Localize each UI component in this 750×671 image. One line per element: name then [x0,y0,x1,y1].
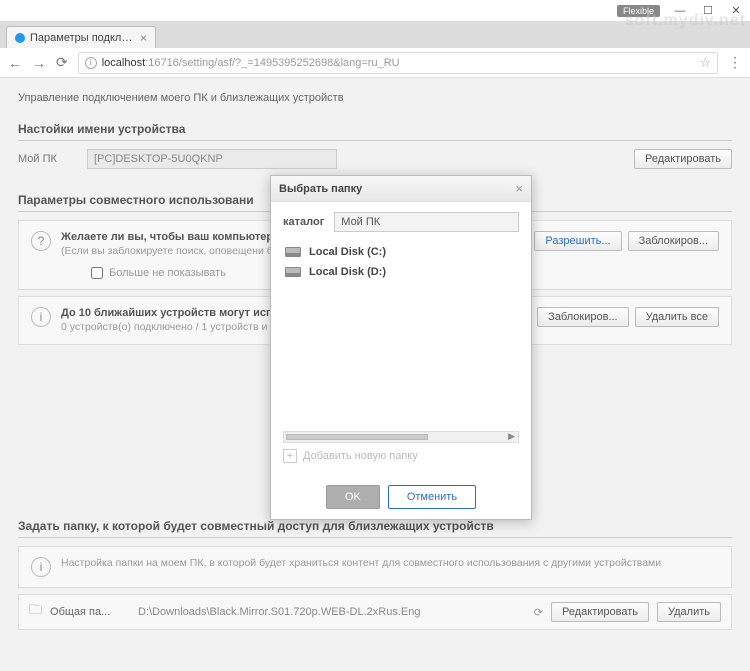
dont-show-checkbox[interactable] [91,267,103,279]
select-folder-dialog: Выбрать папку × каталог Local Disk (C:) … [270,175,532,520]
info-icon: i [31,557,51,577]
catalog-input[interactable] [334,212,519,232]
device-label: Мой ПК [18,153,73,165]
url-host: localhost [102,57,145,69]
shared-folder-name: Общая па... [50,606,130,618]
catalog-label: каталог [283,216,324,228]
bookmark-star-icon[interactable]: ☆ [699,55,711,71]
delete-folder-button[interactable]: Удалить [657,602,721,622]
window-maximize-button[interactable]: ☐ [694,2,722,20]
edit-folder-button[interactable]: Редактировать [551,602,649,622]
browser-toolbar: ← → ⟳ i localhost:16716/setting/asf/?_=1… [0,48,750,78]
shared-folder-heading: Задать папку, к которой будет совместный… [18,519,732,538]
question-icon: ? [31,231,51,251]
add-folder-row[interactable]: + Добавить новую папку [283,443,519,469]
browser-tab-bar: Параметры подключен × [0,22,750,48]
drive-item[interactable]: Local Disk (C:) [283,242,519,262]
dialog-close-icon[interactable]: × [515,181,523,196]
edit-device-button[interactable]: Редактировать [634,149,732,169]
window-close-button[interactable]: ✕ [722,2,750,20]
plus-icon: + [283,449,297,463]
allow-button[interactable]: Разрешить... [534,231,621,251]
page-description: Управление подключением моего ПК и близл… [18,92,732,104]
drive-label: Local Disk (C:) [309,246,386,258]
folder-icon: 🗀 [29,601,42,623]
url-rest: :16716/setting/asf/?_=1495395252698&lang… [145,57,399,69]
forward-button[interactable]: → [32,55,46,71]
dialog-header: Выбрать папку × [271,176,531,202]
delete-all-button[interactable]: Удалить все [635,307,719,327]
device-name-input[interactable] [87,149,337,169]
shared-folder-desc-panel: i Настройка папки на моем ПК, в которой … [18,546,732,588]
refresh-icon[interactable]: ⟳ [534,606,543,619]
tab-title: Параметры подключен [30,32,134,44]
horizontal-scrollbar[interactable] [283,431,519,443]
shared-folder-path: D:\Downloads\Black.Mirror.S01.720p.WEB-D… [138,606,526,618]
tab-close-icon[interactable]: × [140,31,147,45]
back-button[interactable]: ← [8,55,22,71]
drive-list[interactable]: Local Disk (C:) Local Disk (D:) [283,242,519,427]
tab-favicon [15,33,25,43]
dialog-title: Выбрать папку [279,183,515,195]
shared-folder-row: 🗀 Общая па... D:\Downloads\Black.Mirror.… [18,594,732,630]
device-name-section: Настойки имени устройства Мой ПК Редакти… [18,122,732,169]
cancel-button[interactable]: Отменить [388,485,476,509]
dialog-footer: OK Отменить [271,475,531,519]
block-button[interactable]: Заблокиров... [628,231,719,251]
window-titlebar: Flexible — ☐ ✕ [0,0,750,22]
browser-tab[interactable]: Параметры подключен × [6,26,156,48]
drive-icon [285,247,301,257]
drive-item[interactable]: Local Disk (D:) [283,262,519,282]
window-minimize-button[interactable]: — [666,2,694,20]
shared-folder-desc: Настройка папки на моем ПК, в которой бу… [61,557,719,571]
reload-button[interactable]: ⟳ [56,54,68,71]
shared-folder-section: Задать папку, к которой будет совместный… [18,519,732,630]
block-device-button[interactable]: Заблокиров... [537,307,628,327]
flexible-tag: Flexible [617,5,660,17]
ok-button[interactable]: OK [326,485,380,509]
drive-label: Local Disk (D:) [309,266,386,278]
info-icon: i [31,307,51,327]
dont-show-label: Больше не показывать [109,267,226,279]
drive-icon [285,267,301,277]
device-name-heading: Настойки имени устройства [18,122,732,141]
site-info-icon[interactable]: i [85,57,97,69]
address-bar[interactable]: i localhost:16716/setting/asf/?_=1495395… [78,52,718,74]
browser-menu-icon[interactable]: ⋮ [728,54,742,71]
add-folder-label: Добавить новую папку [303,450,418,462]
